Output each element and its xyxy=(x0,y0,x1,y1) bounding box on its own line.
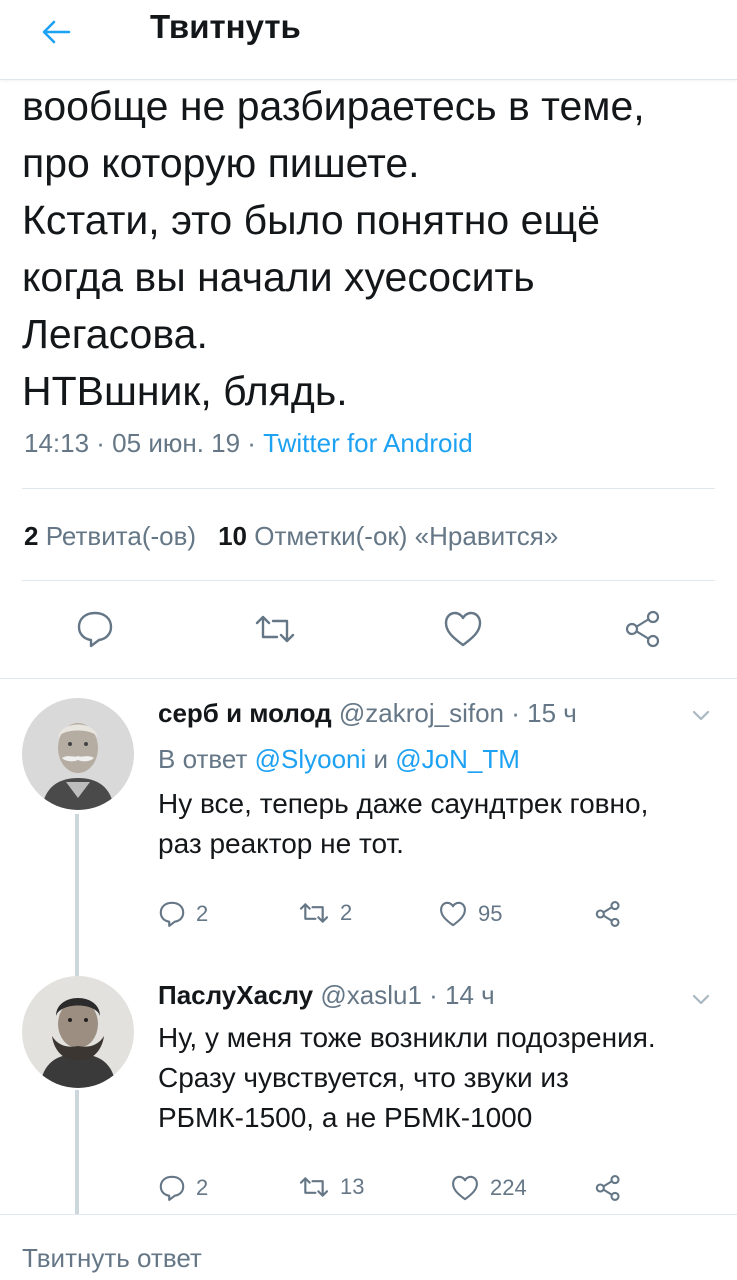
retweets-stat[interactable]: 2 Ретвита(-ов) xyxy=(24,521,196,551)
like-button[interactable]: 224 xyxy=(450,1174,527,1202)
author-handle[interactable]: @zakroj_sifon xyxy=(339,698,504,728)
more-options-button[interactable] xyxy=(690,988,712,1010)
reply-header: ПаслуХаслу @xaslu1 · 14 ч xyxy=(158,980,495,1011)
likes-count: 10 xyxy=(218,521,247,551)
tweet-text-line: вообще не разбираетесь в теме, xyxy=(22,83,645,129)
reply-text: Ну все, теперь даже саундтрек говно, раз… xyxy=(158,784,728,864)
heart-icon xyxy=(452,1175,478,1201)
reply-text-line: Ну все, теперь даже саундтрек говно, xyxy=(158,788,649,819)
avatar[interactable] xyxy=(22,698,134,810)
reply-icon xyxy=(159,901,185,927)
avatar-portrait-icon xyxy=(22,698,134,810)
reply-text-line: Ну, у меня тоже возникли подозрения. xyxy=(158,1022,656,1053)
author-name[interactable]: серб и молод xyxy=(158,698,332,728)
likes-label: Отметки(-ок) «Нравится» xyxy=(254,521,559,551)
mention-link[interactable]: @JoN_TM xyxy=(395,744,520,774)
like-button[interactable]: 95 xyxy=(438,900,502,928)
reply-count: 2 xyxy=(196,1175,209,1200)
reply-prefix: В ответ xyxy=(158,744,255,774)
reply-text-line: РБМК-1500, а не РБМК-1000 xyxy=(158,1102,533,1133)
avatar[interactable] xyxy=(22,976,134,1088)
reply-count: 2 xyxy=(196,901,209,926)
reply-text: Ну, у меня тоже возникли подозрения. Сра… xyxy=(158,1018,728,1138)
thread-connector xyxy=(75,814,79,986)
tweet-text-line: про которую пишете. xyxy=(22,140,420,186)
chevron-down-icon xyxy=(692,994,710,1005)
like-count: 224 xyxy=(490,1175,527,1200)
chevron-down-icon xyxy=(692,710,710,721)
share-button[interactable] xyxy=(594,1174,622,1202)
tweet-action-bar xyxy=(0,604,737,660)
heart-icon xyxy=(444,611,482,647)
reply-button[interactable]: 2 xyxy=(158,1174,208,1202)
tweet-stats: 2 Ретвита(-ов) 10 Отметки(-ок) «Нравится» xyxy=(24,521,558,552)
author-handle[interactable]: @xaslu1 xyxy=(320,980,422,1010)
page-title: Твитнуть xyxy=(150,8,301,45)
retweet-button[interactable]: 13 xyxy=(298,1174,364,1200)
timestamp-text: 14:13 · 05 июн. 19 · xyxy=(24,428,264,458)
reply-time: · 15 ч xyxy=(504,698,577,728)
reply-header: серб и молод @zakroj_sifon · 15 ч xyxy=(158,698,577,729)
retweets-count: 2 xyxy=(24,521,39,551)
mention-link[interactable]: @Slyooni xyxy=(255,744,367,774)
retweet-icon xyxy=(255,615,295,643)
replying-to: В ответ @Slyooni и @JoN_TM xyxy=(158,744,520,775)
reply-input[interactable]: Твитнуть ответ xyxy=(22,1243,202,1274)
tweet-text-line: НТВшник, блядь. xyxy=(22,368,348,414)
share-icon xyxy=(595,1175,620,1201)
reply-compose-bar[interactable]: Твитнуть ответ xyxy=(0,1214,737,1280)
tweet-source-link[interactable]: Twitter for Android xyxy=(263,428,473,458)
top-bar: Твитнуть xyxy=(0,0,737,80)
back-button[interactable] xyxy=(34,12,78,52)
share-button[interactable] xyxy=(594,900,622,928)
reply-tweet[interactable]: серб и молод @zakroj_sifon · 15 ч В отве… xyxy=(0,690,737,986)
like-button[interactable] xyxy=(438,604,488,654)
reply-button[interactable] xyxy=(70,604,120,654)
thread-connector xyxy=(75,1090,79,1214)
divider xyxy=(22,580,715,581)
share-button[interactable] xyxy=(618,604,668,654)
tweet-timestamp: 14:13 · 05 июн. 19 · Twitter for Android xyxy=(24,428,473,459)
back-arrow-icon xyxy=(42,20,71,44)
reply-button[interactable]: 2 xyxy=(158,900,208,928)
reply-tweet[interactable]: ПаслуХаслу @xaslu1 · 14 ч Ну, у меня тож… xyxy=(0,966,737,1214)
reply-action-bar: 2 2 95 xyxy=(158,900,728,940)
share-icon xyxy=(595,901,620,927)
retweet-count: 2 xyxy=(340,900,353,925)
reply-icon xyxy=(159,1175,185,1201)
section-divider xyxy=(0,678,737,679)
retweet-button[interactable] xyxy=(250,604,300,654)
tweet-text: вообще не разбираетесь в теме, про котор… xyxy=(22,78,722,420)
reply-and: и xyxy=(366,744,396,774)
reply-time: · 14 ч xyxy=(421,980,495,1010)
retweet-icon xyxy=(299,1177,329,1197)
like-count: 95 xyxy=(478,901,503,926)
avatar-portrait-icon xyxy=(22,976,134,1088)
retweet-button[interactable]: 2 xyxy=(298,900,352,926)
heart-icon xyxy=(440,901,466,927)
tweet-text-line: Легасова. xyxy=(22,311,208,357)
tweet-text-line: Кстати, это было понятно ещё xyxy=(22,197,600,243)
more-options-button[interactable] xyxy=(690,704,712,726)
reply-text-line: Сразу чувствуется, что звуки из xyxy=(158,1062,569,1093)
tweet-text-line: когда вы начали хуесосить xyxy=(22,254,535,300)
retweet-icon xyxy=(299,903,329,923)
reply-action-bar: 2 13 224 xyxy=(158,1174,728,1214)
reply-text-line: раз реактор не тот. xyxy=(158,828,404,859)
reply-icon xyxy=(77,611,113,648)
divider xyxy=(22,488,715,489)
author-name[interactable]: ПаслуХаслу xyxy=(158,980,313,1010)
retweets-label: Ретвита(-ов) xyxy=(45,521,197,551)
likes-stat[interactable]: 10 Отметки(-ок) «Нравится» xyxy=(218,521,558,551)
retweet-count: 13 xyxy=(340,1174,365,1199)
share-icon xyxy=(625,610,660,648)
